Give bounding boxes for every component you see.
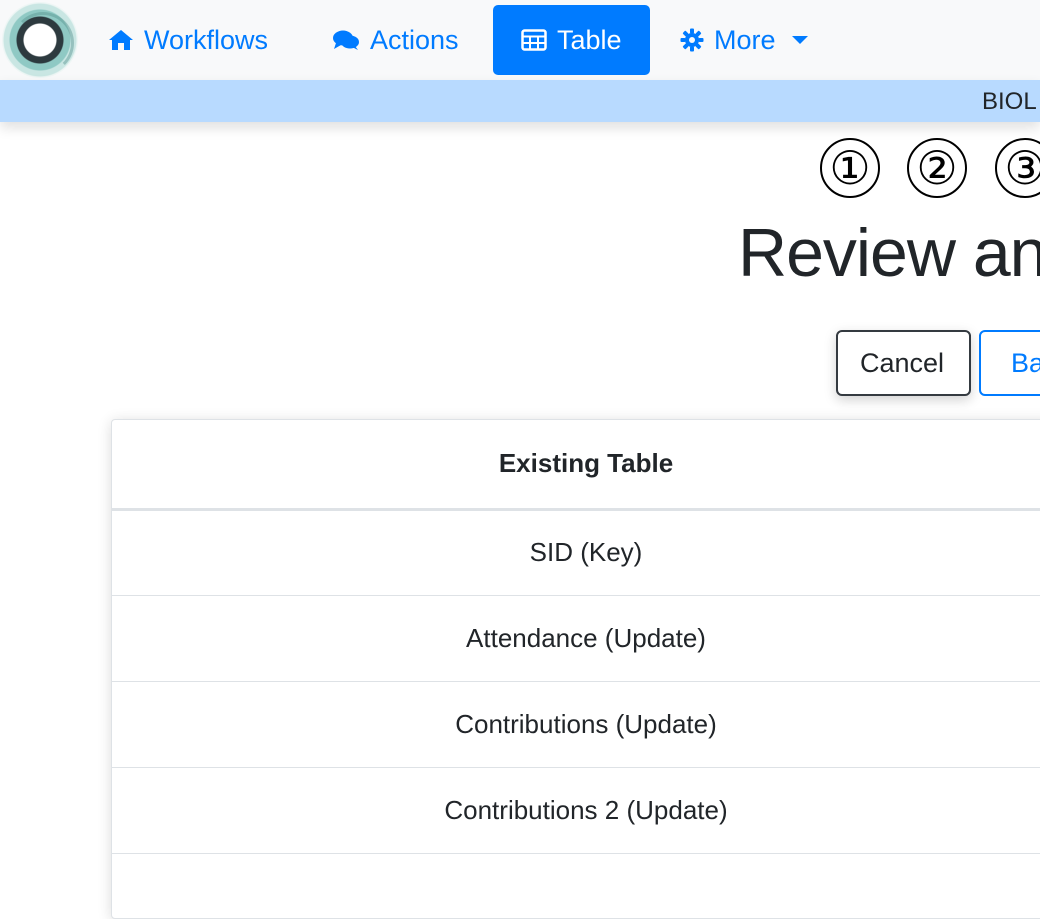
chevron-down-icon — [791, 36, 808, 44]
review-table-card: Existing Table SID (Key) Attendance (Upd… — [111, 419, 1040, 919]
nav-workflows-label: Workflows — [144, 24, 269, 55]
table-row — [112, 853, 1040, 918]
nav-more-label: More — [714, 24, 776, 55]
nav-actions-label: Actions — [370, 24, 459, 55]
nav-workflows[interactable]: Workflows — [108, 5, 268, 75]
app-logo[interactable] — [2, 2, 78, 78]
back-button[interactable]: Ba — [979, 330, 1040, 396]
step-1: ① — [820, 138, 880, 198]
gear-icon — [680, 28, 704, 52]
table-row: Contributions 2 (Update) — [112, 767, 1040, 854]
step-3: ③ — [995, 138, 1040, 198]
table-cell: Attendance (Update) — [112, 595, 1040, 682]
table-row: Attendance (Update) — [112, 595, 1040, 682]
cancel-button[interactable]: Cancel — [836, 330, 971, 396]
nav-more-dropdown[interactable]: More — [680, 5, 808, 75]
table-icon — [521, 29, 547, 51]
workflow-name: BIOL — [982, 88, 1037, 115]
nav-table-label: Table — [557, 24, 622, 55]
home-icon — [109, 30, 133, 50]
comments-icon — [333, 30, 359, 50]
workflow-info-bar: BIOL — [0, 80, 1040, 122]
table-cell: Contributions 2 (Update) — [112, 767, 1040, 854]
top-navbar: Workflows Actions Table More — [0, 0, 1040, 80]
page-title: Review an — [738, 215, 1040, 291]
step-2: ② — [907, 138, 967, 198]
table-header-row: Existing Table — [112, 420, 1040, 511]
column-header-existing-table: Existing Table — [112, 420, 1040, 511]
nav-actions[interactable]: Actions — [332, 5, 459, 75]
nav-table[interactable]: Table — [493, 5, 650, 75]
table-cell: SID (Key) — [112, 509, 1040, 596]
review-table: Existing Table SID (Key) Attendance (Upd… — [112, 420, 1040, 918]
table-row: SID (Key) — [112, 509, 1040, 596]
table-cell: Contributions (Update) — [112, 681, 1040, 768]
table-row: Contributions (Update) — [112, 681, 1040, 768]
table-cell — [112, 853, 1040, 918]
